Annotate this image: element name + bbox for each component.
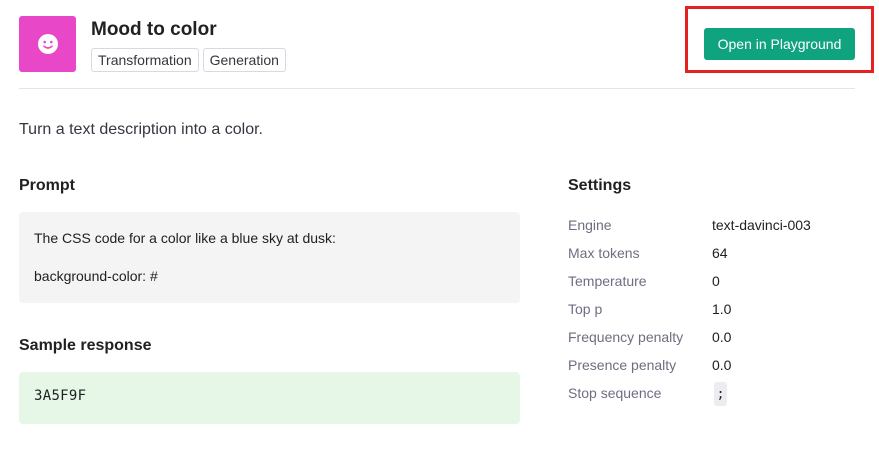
stop-sequence-chip: ; <box>714 382 727 406</box>
setting-value: 1.0 <box>712 301 732 317</box>
tag-generation[interactable]: Generation <box>202 48 286 72</box>
setting-label: Stop sequence <box>568 385 662 401</box>
tag-list: Transformation Generation <box>91 48 286 72</box>
open-in-playground-button[interactable]: Open in Playground <box>704 28 855 60</box>
setting-value: 0 <box>712 273 720 289</box>
sample-response-box: 3A5F9F <box>19 372 520 424</box>
setting-value: 0.0 <box>712 329 732 345</box>
page-title: Mood to color <box>91 19 217 40</box>
setting-label: Temperature <box>568 273 647 289</box>
sample-response-heading: Sample response <box>19 337 152 354</box>
tag-transformation[interactable]: Transformation <box>91 48 199 72</box>
smiley-face-icon <box>19 16 76 72</box>
setting-label: Max tokens <box>568 245 640 261</box>
setting-value: text-davinci-003 <box>712 217 811 233</box>
setting-label: Engine <box>568 217 612 233</box>
setting-label: Top p <box>568 301 603 317</box>
prompt-line: background-color: # <box>34 268 158 284</box>
prompt-line: The CSS code for a color like a blue sky… <box>34 230 336 246</box>
settings-heading: Settings <box>568 177 632 194</box>
setting-label: Frequency penalty <box>568 329 684 345</box>
setting-label: Presence penalty <box>568 357 677 373</box>
prompt-heading: Prompt <box>19 177 75 194</box>
setting-value: 0.0 <box>712 357 732 373</box>
prompt-box: The CSS code for a color like a blue sky… <box>19 212 520 303</box>
setting-value: 64 <box>712 245 728 261</box>
example-description: Turn a text description into a color. <box>19 121 263 138</box>
